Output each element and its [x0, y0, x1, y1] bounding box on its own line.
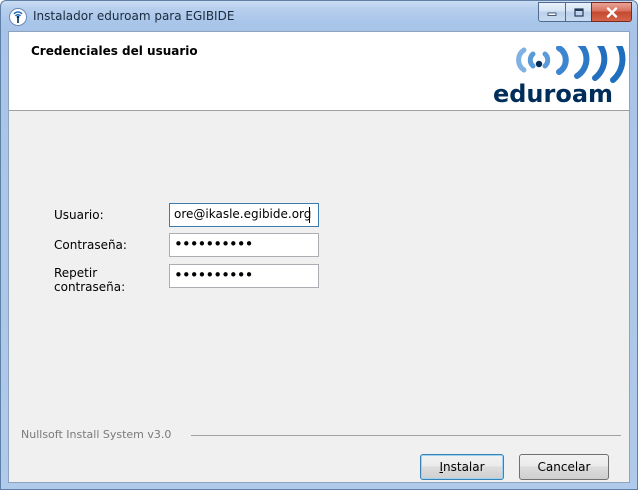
footer-divider — [191, 435, 621, 436]
eduroam-wifi-icon — [9, 8, 27, 26]
install-button-label: Instalar — [439, 460, 485, 474]
repeat-password-label: Repetir contraseña: — [54, 266, 125, 294]
page-header: Credenciales del usuario eduroam — [9, 32, 629, 111]
repeat-password-input[interactable]: •••••••••• — [169, 264, 319, 288]
dialog-body: Credenciales del usuario eduroam Usuario… — [8, 31, 630, 483]
repeat-password-label-line1: Repetir — [54, 266, 98, 280]
text-caret — [309, 207, 310, 223]
page-title: Credenciales del usuario — [31, 44, 198, 58]
repeat-password-label-line2: contraseña: — [54, 280, 126, 294]
password-label: Contraseña: — [54, 238, 127, 252]
title-bar[interactable]: Instalador eduroam para EGIBIDE — [1, 1, 637, 31]
installer-window: Instalador eduroam para EGIBIDE Credenci… — [0, 0, 638, 490]
eduroam-logo: eduroam — [493, 46, 626, 106]
logo-text: eduroam — [493, 80, 613, 106]
minimize-icon — [547, 12, 557, 16]
cancel-button[interactable]: Cancelar — [519, 454, 609, 480]
window-title: Instalador eduroam para EGIBIDE — [33, 9, 235, 23]
maximize-icon — [573, 7, 584, 17]
maximize-button[interactable] — [565, 2, 592, 22]
username-input[interactable]: ore@ikasle.egibide.org — [169, 203, 319, 227]
minimize-button[interactable] — [538, 2, 566, 22]
close-button[interactable] — [591, 2, 632, 22]
close-icon — [606, 6, 617, 18]
nsis-brand-label: Nullsoft Install System v3.0 — [21, 428, 172, 441]
password-input[interactable]: •••••••••• — [169, 233, 319, 257]
username-label: Usuario: — [54, 208, 104, 222]
cancel-button-label: Cancelar — [537, 460, 591, 474]
install-button[interactable]: Instalar — [420, 454, 504, 480]
